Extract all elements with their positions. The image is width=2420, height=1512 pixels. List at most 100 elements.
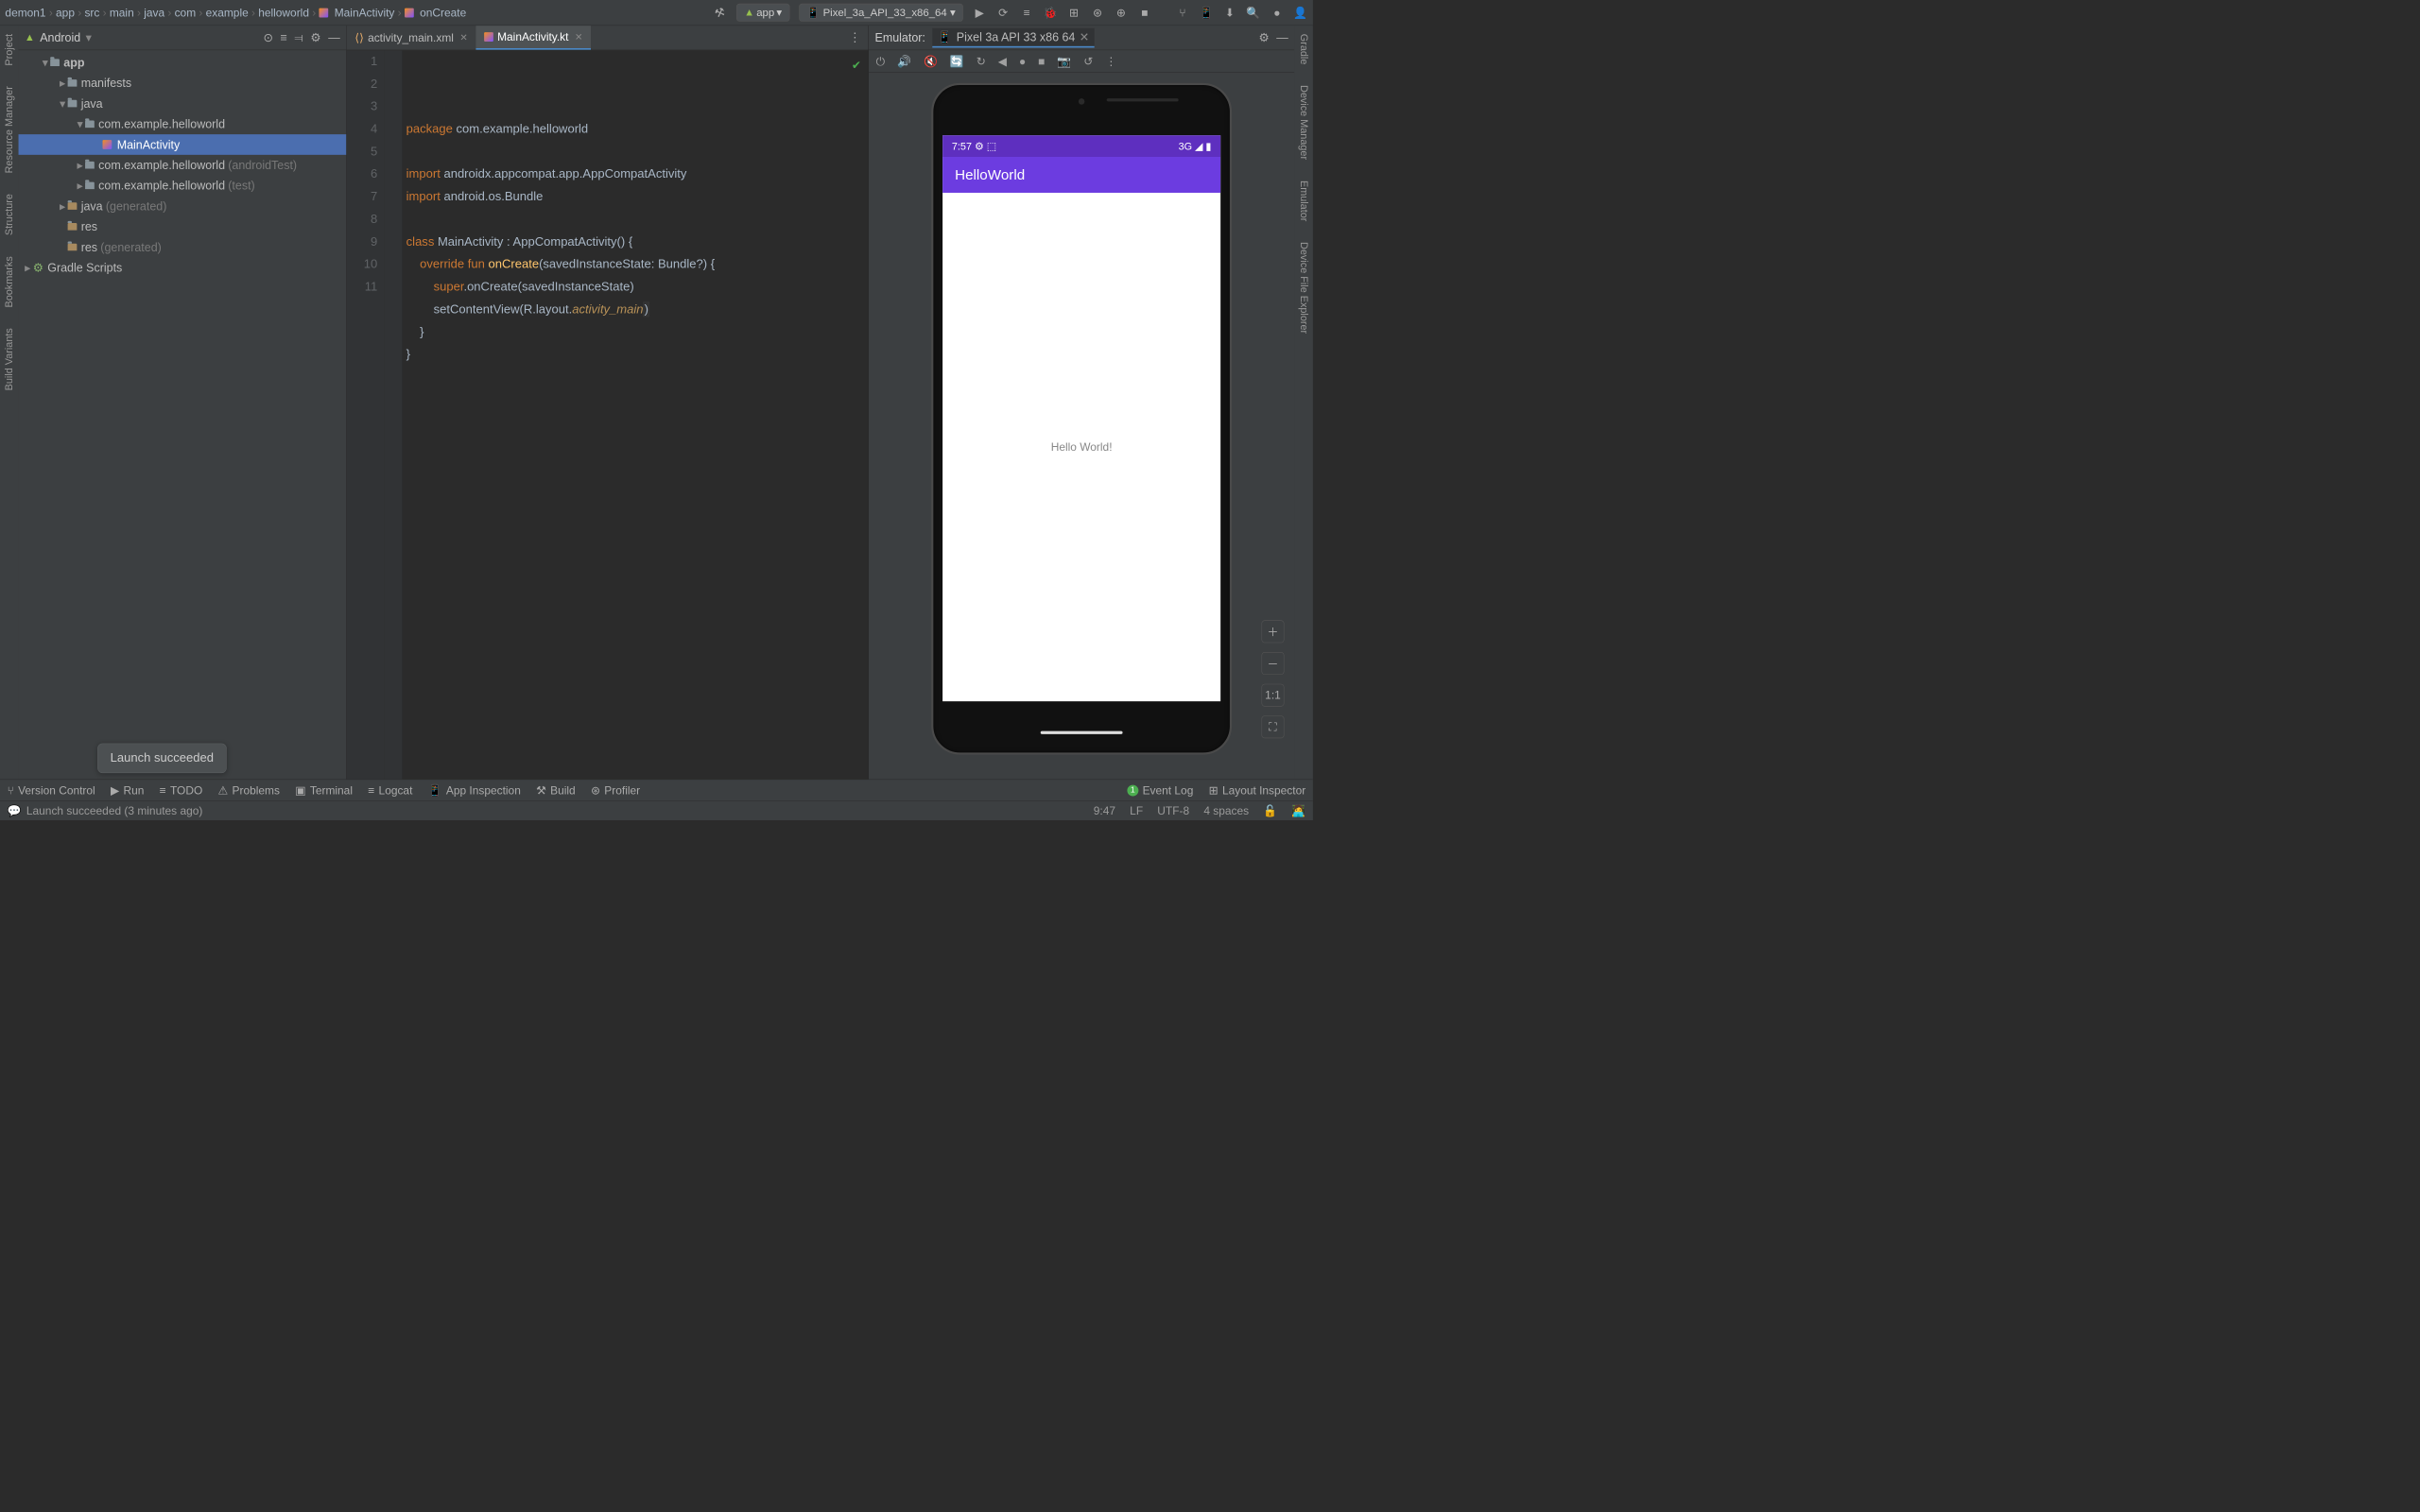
breadcrumb-item[interactable]: java [144,6,164,19]
target-icon[interactable]: ⊙ [263,31,272,45]
tree-node[interactable]: ▸com.example.helloworld(androidTest) [19,155,347,176]
overview-icon[interactable]: ■ [1038,55,1045,68]
sdk-icon[interactable]: ⬇ [1222,6,1236,20]
tree-arrow-icon[interactable]: ▸ [58,77,68,91]
project-tree[interactable]: ▾app▸manifests▾java▾com.example.hellowor… [19,50,347,280]
zoom-out-button[interactable]: － [1262,652,1285,675]
run-icon[interactable]: ▶ [973,6,987,20]
event-log-button[interactable]: 1Event Log [1127,783,1193,797]
more-icon[interactable]: ⋮ [1105,55,1116,68]
tool-tab-bookmarks[interactable]: Bookmarks [4,252,15,312]
breadcrumb-item[interactable]: com [175,6,197,19]
bottom-tab-run[interactable]: ▶Run [111,783,144,797]
bottom-tab-problems[interactable]: ⚠Problems [218,783,280,797]
close-icon[interactable]: ✕ [459,32,467,43]
breadcrumb-item[interactable]: onCreate [420,6,466,19]
bottom-tab-app-inspection[interactable]: 📱App Inspection [428,783,521,797]
minimize-icon[interactable]: — [328,31,339,45]
more-icon[interactable]: ⋮ [841,30,868,45]
bottom-tab-version-control[interactable]: ⑂Version Control [8,783,95,797]
tree-node[interactable]: res(generated) [19,237,347,258]
tool-tab-project[interactable]: Project [4,29,15,69]
gear-icon[interactable]: ⚙ [1258,31,1269,45]
status-indicator[interactable]: 9:47 [1094,804,1115,817]
status-indicator[interactable]: UTF-8 [1157,804,1189,817]
tree-node[interactable]: res [19,216,347,237]
bottom-tab-todo[interactable]: ≡TODO [160,783,203,797]
bottom-tab-build[interactable]: ⚒Build [536,783,576,797]
rotate-right-icon[interactable]: ↻ [977,55,986,68]
vcs-icon[interactable]: ⑂ [1175,6,1189,20]
attach-debugger-icon[interactable]: ≡ [1019,6,1033,20]
status-indicator[interactable]: 🧑‍💻 [1291,804,1305,817]
layout-inspector-button[interactable]: ⊞Layout Inspector [1209,783,1306,797]
panel-title[interactable]: Android [40,31,80,45]
tree-node[interactable]: ▸com.example.helloworld(test) [19,176,347,197]
back-icon[interactable]: ◀ [998,55,1007,68]
tree-arrow-icon[interactable]: ▸ [75,179,85,193]
rotate-left-icon[interactable]: 🔄 [950,55,964,68]
bottom-tab-logcat[interactable]: ≡Logcat [368,783,412,797]
search-icon[interactable]: 🔍 [1246,6,1260,20]
breadcrumb-item[interactable]: src [84,6,99,19]
user-icon[interactable]: ● [1270,6,1284,20]
bottom-tab-profiler[interactable]: ⊛Profiler [591,783,640,797]
phone-screen[interactable]: 7:57 ⚙ ⬚ 3G ◢ ▮ HelloWorld Hello World! [942,135,1220,701]
zoom-fit-button[interactable]: ⛶ [1262,715,1285,738]
apply-changes-icon[interactable]: ⟳ [996,6,1011,20]
emulator-tab[interactable]: 📱 Pixel 3a API 33 x86 64 ✕ [933,28,1095,48]
tool-tab-gradle[interactable]: Gradle [1298,29,1309,68]
android-run-icon[interactable]: ⊕ [1114,6,1128,20]
tree-node-gradle[interactable]: ▸⚙Gradle Scripts [19,257,347,278]
breadcrumb-item[interactable]: MainActivity [335,6,395,19]
bottom-tab-terminal[interactable]: ▣Terminal [295,783,353,797]
tool-tab-resource-manager[interactable]: Resource Manager [4,82,15,178]
build-icon[interactable]: ⚒ [711,4,729,22]
tool-tab-device-file-explorer[interactable]: Device File Explorer [1298,238,1309,338]
run-config-selector[interactable]: ▲ app ▾ [736,4,789,22]
account-icon[interactable]: 👤 [1293,6,1307,20]
zoom-in-button[interactable]: ＋ [1262,620,1285,643]
breadcrumb-item[interactable]: demon1 [5,6,45,19]
tree-node[interactable]: MainActivity [19,134,347,155]
coverage-icon[interactable]: ⊞ [1066,6,1080,20]
tool-tab-structure[interactable]: Structure [4,190,15,240]
breadcrumb-item[interactable]: example [206,6,249,19]
profile-icon[interactable]: ⊛ [1090,6,1104,20]
minimize-icon[interactable]: — [1276,31,1288,45]
stop-icon[interactable]: ■ [1137,6,1151,20]
editor-tab[interactable]: ⟨⟩activity_main.xml✕ [347,26,476,49]
device-selector[interactable]: 📱 Pixel_3a_API_33_x86_64 ▾ [799,4,963,22]
tool-tab-build-variants[interactable]: Build Variants [4,324,15,395]
zoom-reset-button[interactable]: 1:1 [1262,684,1285,707]
power-icon[interactable]: ⏻ [876,55,885,68]
expand-icon[interactable]: ⫤ [294,31,302,45]
chevron-down-icon[interactable]: ▾ [86,31,92,45]
breadcrumb-item[interactable]: helloworld [258,6,309,19]
tool-tab-device-manager[interactable]: Device Manager [1298,81,1309,164]
tree-arrow-icon[interactable]: ▾ [75,117,85,131]
code-content[interactable]: ✔ package com.example.helloworld import … [402,50,868,779]
debug-icon[interactable]: 🐞 [1043,6,1057,20]
editor-tab[interactable]: MainActivity.kt✕ [475,26,591,49]
tree-arrow-icon[interactable]: ▾ [58,96,68,111]
tree-arrow-icon[interactable]: ▸ [58,199,68,214]
status-indicator[interactable]: 4 spaces [1203,804,1249,817]
gear-icon[interactable]: ⚙ [310,31,320,45]
home-icon[interactable]: ● [1019,55,1026,68]
close-icon[interactable]: ✕ [1080,30,1089,44]
tree-node[interactable]: ▾com.example.helloworld [19,113,347,134]
tree-node[interactable]: ▾java [19,94,347,114]
reset-icon[interactable]: ↺ [1083,55,1093,68]
collapse-icon[interactable]: ≡ [281,31,287,45]
tree-node[interactable]: ▾app [19,52,347,73]
tree-node[interactable]: ▸java(generated) [19,196,347,216]
volume-down-icon[interactable]: 🔇 [924,55,938,68]
breadcrumb-item[interactable]: main [110,6,134,19]
volume-up-icon[interactable]: 🔊 [897,55,911,68]
status-indicator[interactable]: 🔓 [1263,804,1277,817]
tool-tab-emulator[interactable]: Emulator [1298,176,1309,225]
tree-node[interactable]: ▸manifests [19,73,347,94]
close-icon[interactable]: ✕ [575,31,582,42]
screenshot-icon[interactable]: 📷 [1057,55,1071,68]
